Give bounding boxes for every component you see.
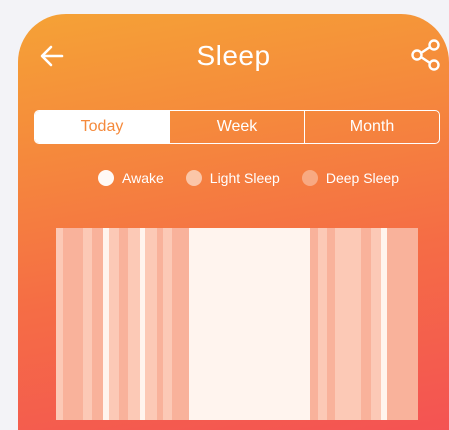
sleep-segment-deep bbox=[118, 228, 129, 420]
tab-month[interactable]: Month bbox=[304, 111, 439, 143]
period-tabs: Today Week Month bbox=[34, 110, 440, 144]
legend-deep-sleep-label: Deep Sleep bbox=[325, 170, 400, 186]
header: Sleep bbox=[18, 14, 449, 94]
sleep-segment-awake bbox=[188, 228, 311, 420]
sleep-segment-light bbox=[83, 228, 92, 420]
sleep-segment-deep bbox=[387, 228, 418, 420]
sleep-segment-light bbox=[128, 228, 141, 420]
sleep-legend: Awake Light Sleep Deep Sleep bbox=[98, 170, 399, 186]
deep-sleep-dot-icon bbox=[301, 170, 318, 186]
sleep-segment-light bbox=[162, 228, 173, 420]
sleep-segment-light bbox=[318, 228, 327, 420]
sleep-segment-deep bbox=[63, 228, 84, 420]
sleep-segment-light bbox=[109, 228, 119, 420]
sleep-timeline-chart bbox=[56, 228, 418, 420]
sleep-segment-deep bbox=[91, 228, 104, 420]
sleep-segment-light bbox=[145, 228, 157, 420]
sleep-segment-deep bbox=[172, 228, 189, 420]
awake-dot-icon bbox=[98, 170, 114, 186]
sleep-screen: Sleep Today Week Month Awake Light Sleep… bbox=[18, 14, 449, 430]
sleep-segment-deep bbox=[361, 228, 371, 420]
light-sleep-dot-icon bbox=[185, 170, 202, 186]
legend-awake-label: Awake bbox=[122, 170, 164, 186]
sleep-segment-light bbox=[56, 228, 64, 420]
legend-deep-sleep: Deep Sleep bbox=[301, 170, 400, 186]
tab-week[interactable]: Week bbox=[169, 111, 304, 143]
page-title: Sleep bbox=[196, 40, 271, 71]
tab-today[interactable]: Today bbox=[35, 111, 169, 143]
legend-light-sleep: Light Sleep bbox=[185, 170, 280, 186]
sleep-segment-light bbox=[334, 228, 362, 420]
legend-awake: Awake bbox=[98, 170, 164, 186]
sleep-segment-deep bbox=[310, 228, 319, 420]
legend-light-sleep-label: Light Sleep bbox=[209, 170, 280, 186]
sleep-segment-light bbox=[370, 228, 382, 420]
share-icon[interactable] bbox=[409, 38, 443, 72]
sleep-segment-deep bbox=[326, 228, 335, 420]
